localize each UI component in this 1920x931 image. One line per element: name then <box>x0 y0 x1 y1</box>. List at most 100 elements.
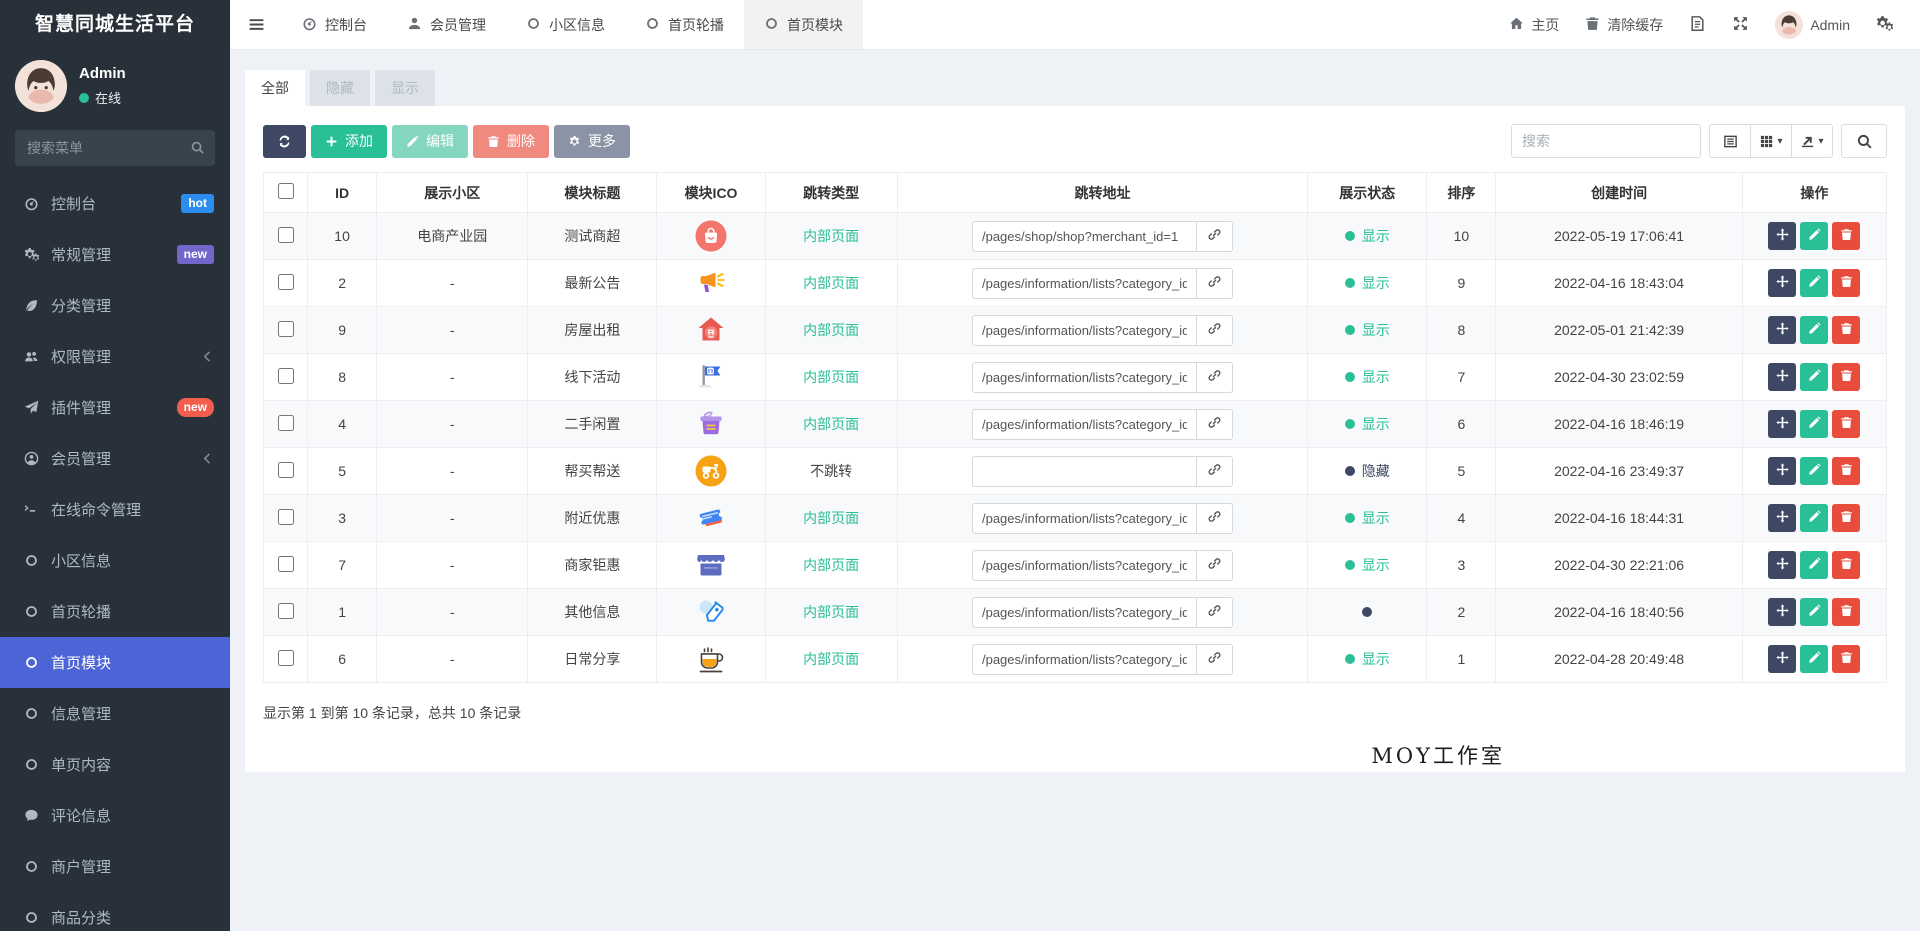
row-checkbox[interactable] <box>277 508 294 525</box>
advanced-search-button[interactable] <box>1841 124 1887 158</box>
link-button[interactable] <box>1195 220 1233 252</box>
sidebar-item-常规管理[interactable]: 常规管理 new <box>0 229 230 280</box>
sidebar-item-小区信息[interactable]: 小区信息 <box>0 535 230 586</box>
search-icon[interactable] <box>190 140 205 158</box>
jump-url-input[interactable] <box>971 220 1197 252</box>
row-checkbox[interactable] <box>277 414 294 431</box>
filter-tab-隐藏[interactable]: 隐藏 <box>310 70 370 106</box>
home-link[interactable]: 主页 <box>1496 0 1572 49</box>
row-checkbox[interactable] <box>277 367 294 384</box>
sidebar-item-商品分类[interactable]: 商品分类 <box>0 892 230 931</box>
column-header-id[interactable]: ID <box>307 172 378 213</box>
cell-status[interactable]: 显示 <box>1307 400 1428 448</box>
row-delete-button[interactable] <box>1832 222 1861 250</box>
sidebar-item-权限管理[interactable]: 权限管理 <box>0 331 230 382</box>
nav-tab-首页模块[interactable]: 首页模块 <box>744 0 863 49</box>
drag-sort-button[interactable] <box>1768 269 1797 297</box>
row-checkbox[interactable] <box>277 320 294 337</box>
sidebar-item-商户管理[interactable]: 商户管理 <box>0 841 230 892</box>
row-checkbox[interactable] <box>277 649 294 666</box>
cell-status[interactable]: 显示 <box>1307 212 1428 260</box>
refresh-button[interactable] <box>263 124 306 158</box>
sidebar-item-插件管理[interactable]: 插件管理 new <box>0 382 230 433</box>
link-button[interactable] <box>1195 549 1233 581</box>
columns-button[interactable]: ▾ <box>1750 124 1792 158</box>
jump-url-input[interactable] <box>971 267 1197 299</box>
filter-tab-显示[interactable]: 显示 <box>375 70 435 106</box>
row-edit-button[interactable] <box>1800 316 1829 344</box>
row-edit-button[interactable] <box>1800 598 1829 626</box>
jump-url-input[interactable] <box>971 549 1197 581</box>
jump-url-input[interactable] <box>971 455 1197 487</box>
drag-sort-button[interactable] <box>1768 222 1797 250</box>
link-button[interactable] <box>1195 267 1233 299</box>
jump-url-input[interactable] <box>971 643 1197 675</box>
row-edit-button[interactable] <box>1800 269 1829 297</box>
nav-tab-小区信息[interactable]: 小区信息 <box>506 0 625 49</box>
row-delete-button[interactable] <box>1832 551 1861 579</box>
row-delete-button[interactable] <box>1832 645 1861 673</box>
row-edit-button[interactable] <box>1800 551 1829 579</box>
sidebar-item-分类管理[interactable]: 分类管理 <box>0 280 230 331</box>
row-edit-button[interactable] <box>1800 410 1829 438</box>
table-search-input[interactable] <box>1511 124 1701 158</box>
nav-tab-控制台[interactable]: 控制台 <box>282 0 387 49</box>
cell-status[interactable] <box>1307 588 1428 636</box>
cell-status[interactable]: 显示 <box>1307 306 1428 354</box>
drag-sort-button[interactable] <box>1768 316 1797 344</box>
language-button[interactable] <box>1676 0 1719 49</box>
sidebar-item-评论信息[interactable]: 评论信息 <box>0 790 230 841</box>
sidebar-item-在线命令管理[interactable]: 在线命令管理 <box>0 484 230 535</box>
link-button[interactable] <box>1195 314 1233 346</box>
sidebar-item-首页轮播[interactable]: 首页轮播 <box>0 586 230 637</box>
row-edit-button[interactable] <box>1800 363 1829 391</box>
delete-button[interactable]: 删除 <box>473 124 549 158</box>
link-button[interactable] <box>1195 596 1233 628</box>
cell-status[interactable]: 显示 <box>1307 494 1428 542</box>
nav-tab-首页轮播[interactable]: 首页轮播 <box>625 0 744 49</box>
sidebar-item-控制台[interactable]: 控制台 hot <box>0 178 230 229</box>
jump-url-input[interactable] <box>971 502 1197 534</box>
row-edit-button[interactable] <box>1800 645 1829 673</box>
drag-sort-button[interactable] <box>1768 410 1797 438</box>
row-delete-button[interactable] <box>1832 363 1861 391</box>
sidebar-item-会员管理[interactable]: 会员管理 <box>0 433 230 484</box>
clear-cache-button[interactable]: 清除缓存 <box>1572 0 1676 49</box>
fullscreen-button[interactable] <box>1719 0 1762 49</box>
link-button[interactable] <box>1195 643 1233 675</box>
row-edit-button[interactable] <box>1800 457 1829 485</box>
cell-status[interactable]: 显示 <box>1307 353 1428 401</box>
drag-sort-button[interactable] <box>1768 363 1797 391</box>
sidebar-item-单页内容[interactable]: 单页内容 <box>0 739 230 790</box>
jump-url-input[interactable] <box>971 408 1197 440</box>
card-view-button[interactable] <box>1709 124 1751 158</box>
export-button[interactable]: ▾ <box>1791 124 1833 158</box>
row-delete-button[interactable] <box>1832 457 1861 485</box>
menu-search-input[interactable] <box>15 130 215 166</box>
jump-url-input[interactable] <box>971 596 1197 628</box>
cell-status[interactable]: 隐藏 <box>1307 447 1428 495</box>
filter-tab-全部[interactable]: 全部 <box>245 70 305 106</box>
cell-status[interactable]: 显示 <box>1307 541 1428 589</box>
cell-status[interactable]: 显示 <box>1307 259 1428 307</box>
drag-sort-button[interactable] <box>1768 457 1797 485</box>
drag-sort-button[interactable] <box>1768 551 1797 579</box>
row-edit-button[interactable] <box>1800 222 1829 250</box>
user-menu[interactable]: Admin <box>1762 0 1863 49</box>
sidebar-item-首页模块[interactable]: 首页模块 <box>0 637 230 688</box>
drag-sort-button[interactable] <box>1768 598 1797 626</box>
hamburger-menu-icon[interactable] <box>230 0 282 49</box>
more-button[interactable]: 更多 <box>554 124 630 158</box>
row-checkbox[interactable] <box>277 602 294 619</box>
edit-button[interactable]: 编辑 <box>392 124 468 158</box>
row-checkbox[interactable] <box>277 461 294 478</box>
link-button[interactable] <box>1195 408 1233 440</box>
select-all-checkbox[interactable] <box>277 183 294 199</box>
row-delete-button[interactable] <box>1832 269 1861 297</box>
cell-status[interactable]: 显示 <box>1307 635 1428 683</box>
link-button[interactable] <box>1195 502 1233 534</box>
link-button[interactable] <box>1195 455 1233 487</box>
row-delete-button[interactable] <box>1832 316 1861 344</box>
nav-tab-会员管理[interactable]: 会员管理 <box>387 0 506 49</box>
drag-sort-button[interactable] <box>1768 645 1797 673</box>
